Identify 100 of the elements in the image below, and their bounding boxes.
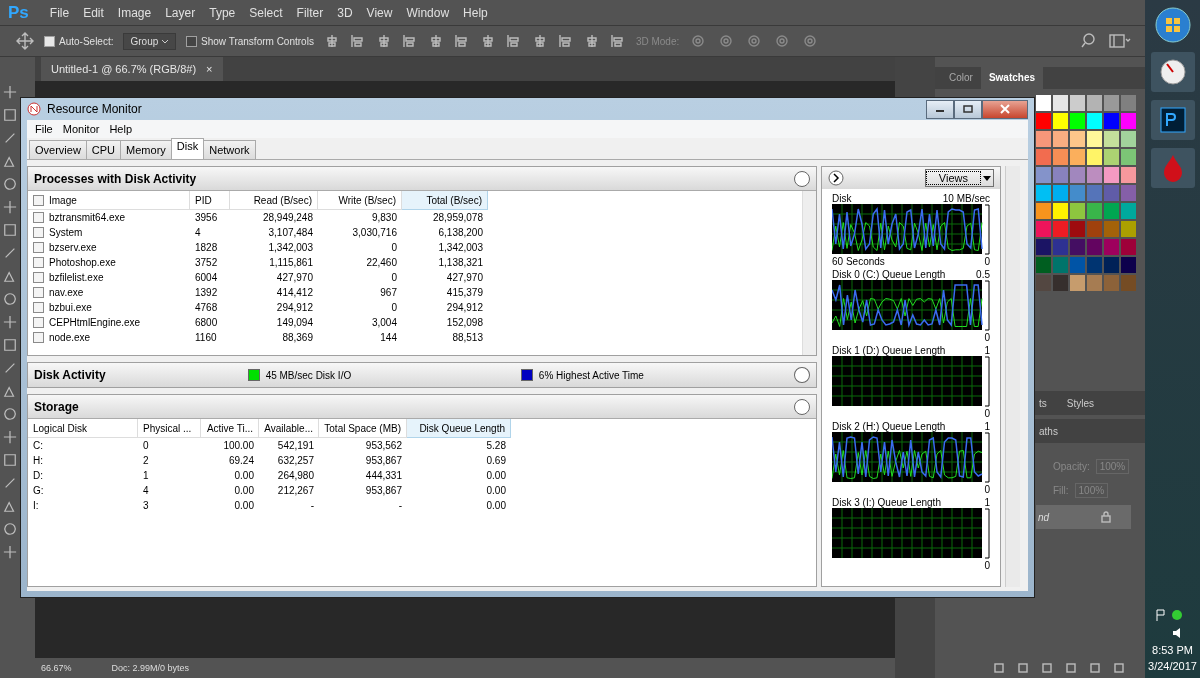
- start-orb-icon[interactable]: [1153, 6, 1192, 44]
- menu-item[interactable]: 3D: [330, 5, 360, 20]
- menu-item[interactable]: Help: [456, 5, 495, 20]
- checkbox[interactable]: [186, 35, 198, 47]
- row-checkbox[interactable]: [33, 272, 44, 283]
- menu-item[interactable]: Monitor: [58, 123, 104, 135]
- photoshop-taskbar-icon[interactable]: [1150, 100, 1195, 140]
- close-button[interactable]: [982, 99, 1028, 119]
- clock-time[interactable]: 8:53 PM: [1152, 644, 1193, 656]
- tool-icon[interactable]: [3, 361, 17, 375]
- row-checkbox[interactable]: [33, 212, 44, 223]
- collapse-button[interactable]: [794, 398, 810, 415]
- column-header[interactable]: Image: [28, 191, 190, 210]
- column-header[interactable]: Read (B/sec): [230, 191, 318, 210]
- align-icon[interactable]: [453, 33, 470, 49]
- layer-action-icon[interactable]: [1113, 662, 1125, 674]
- layer-action-icon[interactable]: [1041, 662, 1053, 674]
- menu-item[interactable]: Type: [202, 5, 243, 20]
- clock-date[interactable]: 3/24/2017: [1148, 660, 1197, 672]
- menu-item[interactable]: Filter: [289, 5, 331, 20]
- row-checkbox[interactable]: [33, 302, 44, 313]
- tool-icon[interactable]: [3, 522, 17, 536]
- tab[interactable]: Memory: [120, 140, 172, 159]
- layer-row[interactable]: nd: [1036, 505, 1131, 529]
- tool-icon[interactable]: [3, 338, 17, 352]
- column-header[interactable]: Total (B/sec): [402, 191, 488, 210]
- menu-item[interactable]: Window: [399, 5, 457, 20]
- align-icon[interactable]: [609, 33, 626, 49]
- scrollbar[interactable]: [802, 191, 816, 355]
- tool-icon[interactable]: [3, 384, 17, 398]
- group-dropdown[interactable]: Group: [123, 32, 177, 50]
- workspace-icon[interactable]: [1109, 33, 1131, 49]
- document-tab[interactable]: Untitled-1 @ 66.7% (RGB/8#) ×: [41, 57, 223, 81]
- tool-icon[interactable]: [3, 453, 17, 467]
- layer-action-icon[interactable]: [1089, 662, 1101, 674]
- tool-icon[interactable]: [3, 154, 17, 168]
- column-header[interactable]: Active Ti...: [201, 419, 259, 438]
- row-checkbox[interactable]: [33, 257, 44, 268]
- panel-tab[interactable]: aths: [1039, 425, 1058, 437]
- row-checkbox[interactable]: [33, 332, 44, 343]
- column-header[interactable]: Disk Queue Length: [407, 419, 511, 438]
- tool-icon[interactable]: [3, 545, 17, 559]
- menu-item[interactable]: Help: [105, 123, 137, 135]
- column-header[interactable]: Available...: [259, 419, 319, 438]
- align-icon[interactable]: [557, 33, 574, 49]
- tool-icon[interactable]: [3, 476, 17, 490]
- maximize-button[interactable]: [954, 99, 982, 119]
- tool-icon[interactable]: [3, 430, 17, 444]
- move-tool-icon[interactable]: [16, 32, 34, 50]
- column-header[interactable]: Physical ...: [138, 419, 201, 438]
- align-icon[interactable]: [505, 33, 522, 49]
- swatch-grid[interactable]: [1036, 95, 1136, 291]
- views-button[interactable]: Views: [924, 169, 994, 187]
- select-all-checkbox[interactable]: [33, 194, 44, 206]
- close-button[interactable]: ×: [206, 63, 213, 75]
- align-icon[interactable]: [349, 33, 366, 49]
- tool-icon[interactable]: [3, 292, 17, 306]
- row-checkbox[interactable]: [33, 227, 44, 238]
- checkbox[interactable]: [44, 35, 55, 47]
- tool-icon[interactable]: [3, 499, 17, 513]
- tool-icon[interactable]: [3, 407, 17, 421]
- row-checkbox[interactable]: [33, 287, 44, 298]
- tab[interactable]: CPU: [85, 140, 122, 159]
- expand-button[interactable]: [794, 367, 810, 383]
- flame-taskbar-icon[interactable]: [1150, 148, 1195, 188]
- tool-icon[interactable]: [3, 177, 17, 191]
- row-checkbox[interactable]: [33, 242, 44, 253]
- menu-item[interactable]: Layer: [158, 5, 203, 20]
- minimize-button[interactable]: [926, 99, 954, 119]
- panel-tab[interactable]: Color: [941, 67, 981, 89]
- tool-icon[interactable]: [3, 85, 17, 99]
- menu-item[interactable]: Edit: [76, 5, 111, 20]
- column-header[interactable]: PID: [190, 191, 230, 210]
- align-icon[interactable]: [401, 33, 418, 49]
- tab[interactable]: Overview: [29, 140, 87, 159]
- row-checkbox[interactable]: [33, 317, 44, 328]
- column-header[interactable]: Logical Disk: [28, 419, 138, 438]
- panel-tab[interactable]: Styles: [1066, 397, 1094, 409]
- tab[interactable]: Disk: [170, 138, 205, 159]
- tool-icon[interactable]: [3, 223, 17, 237]
- menu-item[interactable]: View: [359, 5, 400, 20]
- menu-item[interactable]: Image: [110, 5, 159, 20]
- expand-pane-icon[interactable]: [828, 170, 844, 186]
- menu-item[interactable]: File: [31, 123, 57, 135]
- tool-icon[interactable]: [3, 200, 17, 214]
- layer-action-icon[interactable]: [993, 662, 1005, 674]
- collapse-button[interactable]: [794, 170, 810, 187]
- layer-action-icon[interactable]: [1017, 662, 1029, 674]
- scrollbar[interactable]: [1005, 166, 1020, 587]
- panel-tab[interactable]: Swatches: [980, 67, 1044, 89]
- menu-item[interactable]: Select: [242, 5, 290, 20]
- panel-tab[interactable]: ts: [1039, 397, 1047, 409]
- gauge-taskbar-icon[interactable]: [1150, 52, 1195, 92]
- tab[interactable]: Network: [203, 140, 256, 159]
- layer-action-icon[interactable]: [1065, 662, 1077, 674]
- menu-item[interactable]: File: [42, 5, 77, 20]
- tool-icon[interactable]: [3, 315, 17, 329]
- tool-icon[interactable]: [3, 269, 17, 283]
- tool-icon[interactable]: [3, 108, 17, 122]
- tool-icon[interactable]: [3, 131, 17, 145]
